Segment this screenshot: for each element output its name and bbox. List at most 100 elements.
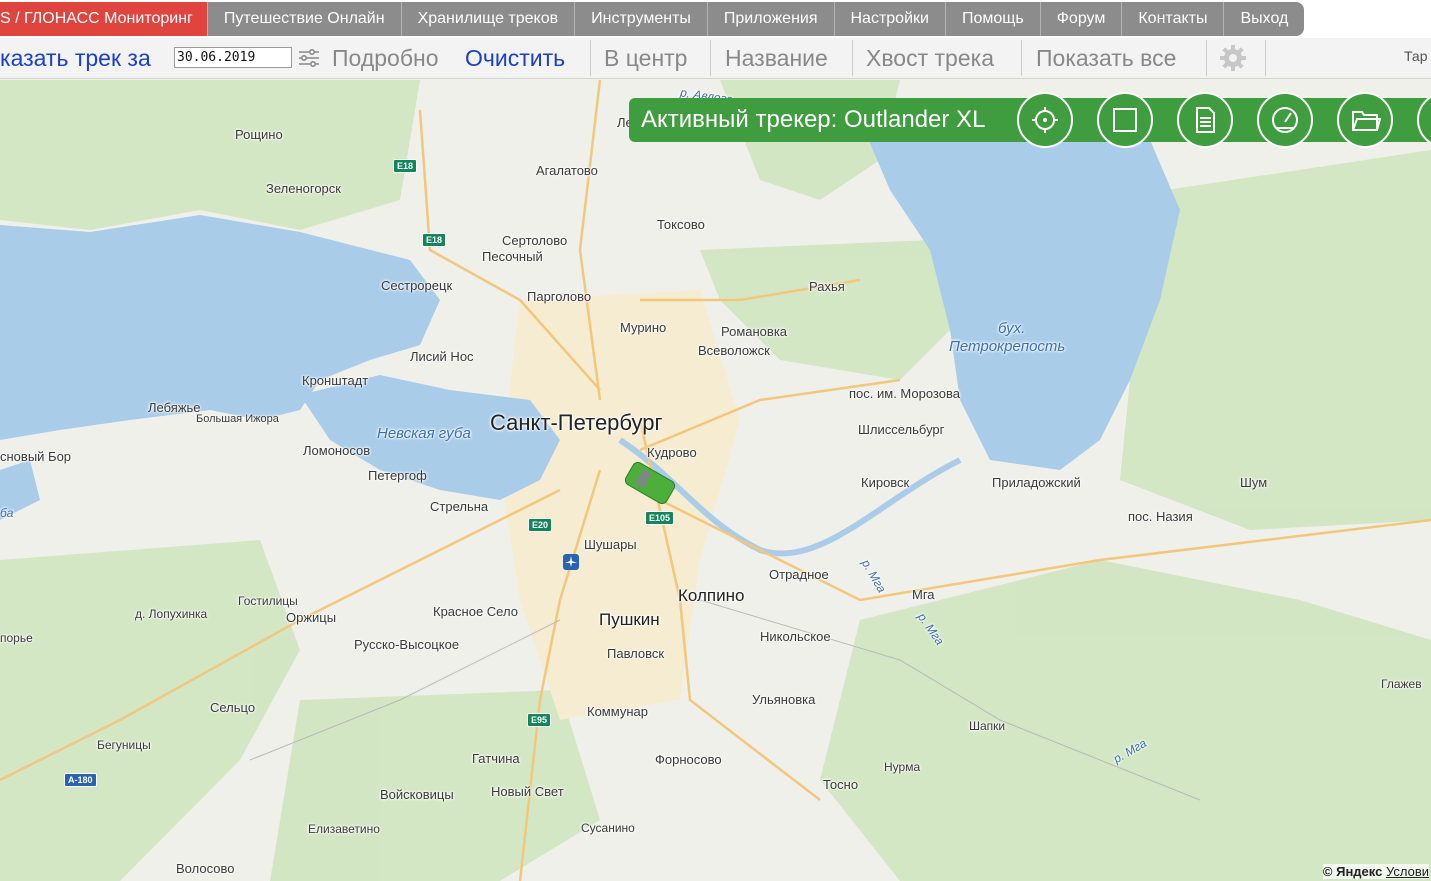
map-label-susanino: Сусанино: [581, 821, 635, 835]
map-label-lopukhinka: д. Лопухинка: [135, 607, 208, 621]
nav-item-tools[interactable]: Инструменты: [575, 2, 708, 36]
open-folder-button[interactable]: [1337, 92, 1393, 148]
map-label-nazia: пос. Назия: [1128, 509, 1193, 524]
toolbar-divider: [590, 40, 591, 76]
clear-button[interactable]: Очистить: [465, 38, 565, 78]
map-label-kronshtadt: Кронштадт: [302, 373, 369, 388]
map-label-tosno: Тосно: [823, 777, 859, 792]
map-label-gatchina: Гатчина: [472, 751, 520, 766]
map-label-shapki: Шапки: [969, 719, 1006, 733]
map-label-shlisselburg: Шлиссельбург: [858, 422, 945, 437]
folder-icon: [1352, 111, 1381, 131]
map-label-shum: Шум: [1240, 475, 1268, 490]
copyright-text: © Яндекс: [1322, 864, 1383, 879]
map-label-russko-vysotskoe: Русско-Высоцкое: [354, 637, 460, 652]
map-label-lisiy-nos: Лисий Нос: [410, 349, 474, 364]
report-button[interactable]: [1177, 92, 1233, 148]
map-label-romanovka: Романовка: [721, 324, 788, 339]
airport-icon: [563, 554, 579, 570]
map-label-krasnoe-selo: Красное Село: [433, 604, 518, 619]
date-input[interactable]: [174, 47, 292, 68]
map-label-mga: Мга: [912, 587, 935, 602]
toolbar-divider: [1021, 40, 1022, 76]
map-label-glazhevo: Глажев: [1381, 677, 1422, 691]
road-shield-e105: E105: [645, 511, 675, 525]
square-icon: [1113, 108, 1137, 132]
nav-bar: S / ГЛОНАСС Мониторинг Путешествие Онлай…: [0, 2, 1305, 36]
map-label-nevskaya-guba: Невская губа: [377, 425, 471, 442]
map-label-seltso: Сельцо: [210, 700, 256, 715]
center-button[interactable]: В центр: [604, 38, 687, 78]
map-label-sertolovo: Сертолово: [502, 233, 568, 248]
nav-item-apps[interactable]: Приложения: [708, 2, 835, 36]
nav-item-travel-online[interactable]: Путешествие Онлайн: [208, 2, 402, 36]
terms-link[interactable]: Услови: [1386, 864, 1429, 879]
show-all-button[interactable]: Показать все: [1036, 38, 1176, 78]
active-tracker-title: Активный трекер: Outlander XL: [641, 106, 986, 133]
map-label-elizavetino: Елизаветино: [308, 822, 380, 836]
nav-item-forum[interactable]: Форум: [1041, 2, 1123, 36]
tariff-link[interactable]: Тар: [1404, 48, 1428, 64]
map-label-orzhitsy: Оржицы: [286, 610, 337, 625]
map-label-roshchino: Рощино: [235, 127, 283, 142]
track-tail-button[interactable]: Хвост трека: [866, 38, 994, 78]
map-label-begunitsy: Бегуницы: [97, 738, 151, 752]
map-label-ba: ба: [0, 506, 14, 520]
map-label-kirovsk: Кировск: [861, 475, 910, 490]
map-label-volosovo: Волосово: [176, 861, 235, 876]
map-label-ulyanovka: Ульяновка: [752, 692, 816, 707]
map-label-fornosovo: Форносово: [655, 752, 722, 767]
map-label-saint-petersburg: Санкт-Петербург: [490, 410, 663, 435]
map-label-vsevolozhsk: Всеволожск: [698, 343, 770, 358]
map-label-koporye: порье: [0, 631, 33, 645]
map-copyright: © Яндекс Услови: [1322, 864, 1429, 879]
filter-icon[interactable]: [298, 48, 320, 68]
stop-button[interactable]: [1097, 92, 1153, 148]
speedometer-button[interactable]: [1257, 92, 1313, 148]
map-label-kommunar: Коммунар: [587, 704, 648, 719]
road-shield-e20: E20: [528, 518, 553, 532]
map-label-pargolovo: Парголово: [527, 289, 592, 304]
map-label-kudrovo: Кудрово: [647, 445, 697, 460]
map-label-nikolskoe: Никольское: [760, 629, 831, 644]
map-label-toksovo: Токсово: [657, 217, 705, 232]
nav-item-help[interactable]: Помощь: [946, 2, 1041, 36]
map-view[interactable]: Рощино Зеленогорск Агалатово Токсово Сер…: [0, 79, 1431, 881]
target-icon: [1032, 107, 1058, 133]
map-label-lebyazhye: Лебяжье: [148, 400, 201, 415]
map-label-bukhta: бух.: [998, 320, 1026, 337]
toolbar-divider: [1265, 40, 1266, 76]
name-button[interactable]: Название: [725, 38, 828, 78]
details-button[interactable]: Подробно: [332, 38, 439, 78]
gear-icon[interactable]: [1218, 43, 1248, 73]
map-label-gostilitsy: Гостилицы: [238, 594, 298, 608]
map-label-lomonosov: Ломоносов: [303, 443, 371, 458]
map-label-kolpino: Колпино: [678, 586, 745, 605]
road-shield-e18-south: E18: [422, 233, 447, 247]
toolbar-divider: [710, 40, 711, 76]
map-label-voiskovitsy: Войсковицы: [380, 787, 454, 802]
brand-label: S / ГЛОНАСС Мониторинг: [0, 10, 193, 27]
more-button[interactable]: [1417, 92, 1431, 148]
map-label-rakhya: Рахья: [809, 279, 845, 294]
nav-item-contacts[interactable]: Контакты: [1122, 2, 1225, 36]
active-tracker-panel: Активный трекер: Outlander XL: [629, 92, 1431, 148]
top-nav: S / ГЛОНАСС Мониторинг Путешествие Онлай…: [0, 0, 1431, 38]
map-label-bolshaya-izhora: Большая Ижора: [196, 413, 279, 425]
track-toolbar: казать трек за Подробно Очистить В центр…: [0, 38, 1431, 79]
brand-link[interactable]: S / ГЛОНАСС Мониторинг: [0, 2, 208, 36]
road-shield-e95: E95: [527, 713, 552, 727]
speedometer-icon: [1272, 107, 1298, 133]
map-label-shushary: Шушары: [584, 537, 637, 552]
show-track-button[interactable]: казать трек за: [0, 38, 151, 78]
nav-item-logout[interactable]: Выход: [1224, 2, 1304, 36]
map-label-novy-svet: Новый Свет: [491, 784, 564, 799]
nav-item-settings[interactable]: Настройки: [835, 2, 946, 36]
map-label-pavlovsk: Павловск: [607, 646, 665, 661]
locate-button[interactable]: [1017, 92, 1073, 148]
map-label-murino: Мурино: [620, 320, 667, 335]
road-shield-e18-north: E18: [393, 159, 418, 173]
toolbar-divider: [852, 40, 853, 76]
nav-item-track-storage[interactable]: Хранилище треков: [402, 2, 576, 36]
document-icon: [1196, 107, 1215, 133]
